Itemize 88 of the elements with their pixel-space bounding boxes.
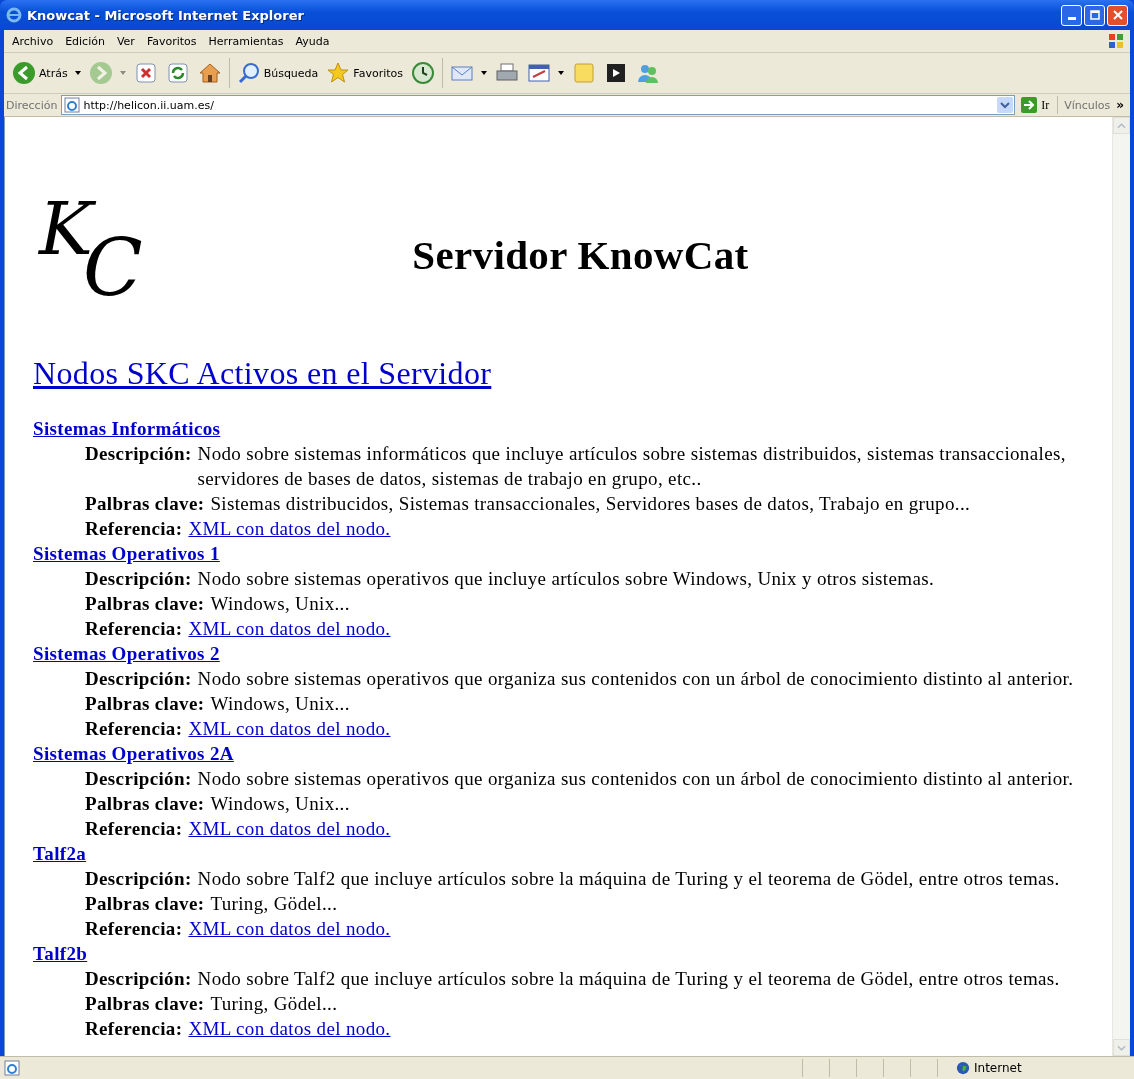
field-text: Nodo sobre sistemas operativos que organiza sus contenidos con un árbol de conocimiento distinto al anterior. — [197, 767, 1075, 791]
close-icon — [1112, 10, 1123, 20]
xml-link[interactable]: XML con datos del nodo. — [188, 516, 391, 541]
field-label: Referencia: — [85, 917, 183, 941]
field-label: Palbras clave: — [85, 592, 205, 616]
field-label: Palbras clave: — [85, 892, 205, 916]
field-text: Windows, Unix... — [210, 792, 351, 816]
address-label: Dirección — [6, 98, 58, 112]
minimize-button[interactable] — [1061, 4, 1082, 26]
field-text: Turing, Gödel... — [210, 992, 339, 1016]
field-label: Referencia: — [85, 717, 183, 741]
go-button[interactable]: Ir — [1015, 95, 1058, 115]
field-text: Nodo sobre Talf2 que incluye artículos sobre la máquina de Turing y el teorema de Gödel, entre otros temas. — [197, 967, 1061, 991]
field-label: Descripción: — [85, 867, 192, 891]
history-icon — [411, 61, 435, 85]
field-text: Turing, Gödel... — [210, 892, 339, 916]
field-label: Descripción: — [85, 767, 192, 791]
dropdown-icon[interactable] — [997, 97, 1014, 113]
minimize-icon — [1067, 17, 1076, 20]
globe-icon — [956, 1061, 970, 1075]
star-icon — [326, 61, 351, 85]
field-text: Nodo sobre sistemas operativos que organiza sus contenidos con un árbol de conocimiento distinto al anterior. — [197, 667, 1075, 691]
caret-icon — [481, 71, 487, 75]
heading-link[interactable]: Nodos SKC Activos en el Servidor — [33, 355, 492, 392]
node-link[interactable]: Sistemas Operativos 1 — [33, 541, 220, 566]
address-field[interactable]: http://helicon.ii.uam.es/ — [61, 95, 1016, 115]
chevron-icon[interactable]: » — [1116, 98, 1124, 112]
field-text: Nodo sobre sistemas informáticos que incluye artículos sobre sistemas distribuidos, sistemas transaccionales, servidores de bases de datos, sistemas de trabajo en grupo, etc.. — [197, 442, 1067, 491]
links-label[interactable]: Vínculos — [1064, 98, 1111, 112]
media-icon — [604, 61, 628, 85]
node-link[interactable]: Talf2b — [33, 941, 88, 966]
toolbar-button[interactable]: Atrás — [8, 56, 85, 90]
edit-icon — [527, 61, 551, 85]
page-title: Servidor KnowCat — [411, 231, 750, 279]
arrow-icon — [1021, 97, 1038, 113]
field-text: Windows, Unix... — [210, 692, 351, 716]
field-label: Palbras clave: — [85, 692, 205, 716]
maximize-button[interactable] — [1084, 4, 1105, 26]
menu-item[interactable]: Herramientas — [202, 34, 290, 48]
xml-link[interactable]: XML con datos del nodo. — [188, 1016, 391, 1041]
maximize-icon — [1089, 10, 1100, 20]
field-label: Referencia: — [85, 817, 183, 841]
menu-item[interactable]: Edición — [59, 34, 111, 48]
menu-item[interactable]: Favoritos — [140, 34, 203, 48]
address-input[interactable]: http://helicon.ii.uam.es/ — [83, 98, 995, 112]
ie-logo-icon — [6, 7, 22, 23]
close-button[interactable] — [1107, 4, 1128, 26]
field-label: Descripción: — [85, 567, 192, 591]
menu-item[interactable]: Ayuda — [289, 34, 336, 48]
menu-item[interactable]: Ver — [110, 34, 141, 48]
node-link[interactable]: Sistemas Operativos 2 — [33, 641, 220, 666]
home-icon — [197, 61, 222, 85]
page-icon — [64, 97, 81, 113]
xml-link[interactable]: XML con datos del nodo. — [188, 716, 391, 741]
field-text: Nodo sobre Talf2 que incluye artículos sobre la máquina de Turing y el teorema de Gödel, entre otros temas. — [197, 867, 1061, 891]
window-title: Knowcat - Microsoft Internet Explorer — [27, 7, 305, 23]
xml-link[interactable]: XML con datos del nodo. — [188, 616, 391, 641]
field-label: Descripción: — [85, 967, 192, 991]
field-label: Referencia: — [85, 517, 183, 541]
node-link[interactable]: Sistemas Operativos 2A — [33, 741, 234, 766]
caret-icon — [119, 71, 126, 75]
field-label: Palbras clave: — [85, 492, 205, 516]
toolbar-button[interactable]: Favoritos — [322, 56, 407, 90]
field-label: Descripción: — [85, 667, 192, 691]
xml-link[interactable]: XML con datos del nodo. — [188, 816, 391, 841]
field-text: Sistemas distribucidos, Sistemas transaccionales, Servidores bases de datos, Trabajo en grupo... — [210, 492, 972, 516]
search-icon — [236, 61, 261, 85]
node-link[interactable]: Sistemas Informáticos — [33, 416, 221, 441]
field-label: Descripción: — [85, 442, 192, 466]
field-text: Windows, Unix... — [210, 592, 351, 616]
field-label: Palbras clave: — [85, 792, 205, 816]
toolbar-button[interactable]: Búsqueda — [232, 56, 323, 90]
node-link[interactable]: Talf2a — [33, 841, 87, 866]
stop-icon — [133, 61, 158, 85]
refresh-icon — [165, 61, 190, 85]
field-label: Palbras clave: — [85, 992, 205, 1016]
menu-item[interactable]: Archivo — [6, 34, 60, 48]
windows-flag-icon — [1106, 31, 1126, 51]
logo: KC — [39, 199, 145, 311]
note-icon — [572, 61, 596, 85]
caret-icon — [74, 71, 81, 75]
zone-label: Internet — [974, 1061, 1022, 1075]
caret-icon — [558, 71, 564, 75]
field-text: Nodo sobre sistemas operativos que incluye artículos sobre Windows, Unix y otros sistemas. — [197, 567, 936, 591]
xml-link[interactable]: XML con datos del nodo. — [188, 916, 391, 941]
page-icon — [4, 1060, 20, 1076]
field-label: Referencia: — [85, 617, 183, 641]
field-label: Referencia: — [85, 1017, 183, 1041]
